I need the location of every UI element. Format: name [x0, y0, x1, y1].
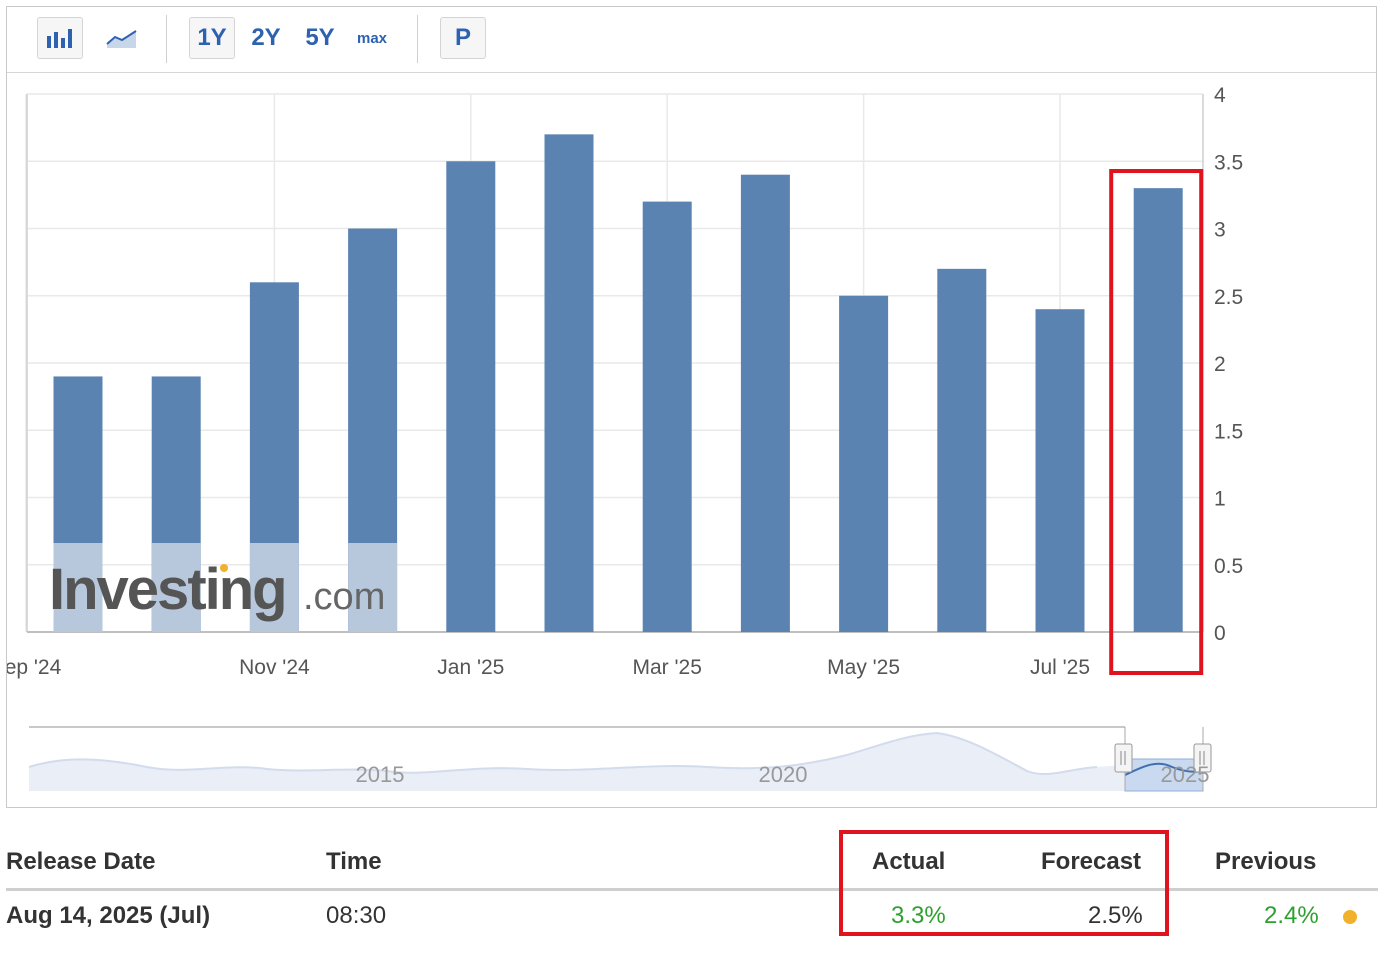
- bar[interactable]: May '25: 2.5: [839, 295, 889, 632]
- x-tick-label: Mar '25: [633, 656, 702, 679]
- y-axis-labels: 0 0.5 1 1.5 2 2.5 3 3.5 4: [1214, 84, 1243, 645]
- investing-watermark: Investing .com: [49, 557, 385, 622]
- cell-time: 08:30: [326, 902, 387, 929]
- watermark-brand: Investing: [49, 557, 286, 622]
- importance-dot: [1343, 910, 1357, 924]
- header-previous[interactable]: Previous: [1215, 848, 1316, 876]
- y-tick-label: 3.5: [1214, 151, 1243, 174]
- navigator-label: 2020: [759, 762, 808, 787]
- table-header-rule: [6, 888, 1378, 891]
- y-tick-label: 2: [1214, 353, 1226, 376]
- header-time[interactable]: Time: [326, 848, 382, 876]
- bar[interactable]: Apr '25: 3.4: [740, 174, 790, 632]
- chart-gridlines: [25, 93, 1204, 633]
- time-navigator[interactable]: 2015 2020 2025: [28, 726, 1212, 792]
- navigator-label: 2015: [356, 762, 405, 787]
- y-tick-label: 1.5: [1214, 420, 1243, 443]
- x-tick-label: Sep '24: [7, 656, 62, 679]
- navigator-left-handle[interactable]: [1114, 743, 1133, 773]
- chart-frame: 1Y 2Y 5Y max P Sep '24: 1.9Oct '24: 1.9N…: [6, 6, 1377, 808]
- bar-chart: Sep '24: 1.9Oct '24: 1.9Nov '24: 2.6Dec …: [7, 84, 1243, 792]
- bar[interactable]: Aug '25: 3.3: [1133, 188, 1183, 632]
- bar[interactable]: Mar '25: 3.2: [642, 201, 692, 632]
- y-tick-label: 1: [1214, 488, 1226, 511]
- bar[interactable]: Jan '25: 3.5: [446, 161, 496, 632]
- x-tick-label: Nov '24: [239, 656, 310, 679]
- x-axis-labels: Sep '24 Nov '24 Jan '25 Mar '25 May '25 Jul '…: [7, 656, 1090, 679]
- cell-release-date: Aug 14, 2025 (Jul): [6, 902, 211, 929]
- y-tick-label: 0.5: [1214, 555, 1243, 578]
- bar[interactable]: Jul '25: 2.4: [1035, 309, 1085, 632]
- x-tick-label: Jul '25: [1030, 656, 1090, 679]
- bar[interactable]: Feb '25: 3.7: [544, 134, 594, 632]
- bar[interactable]: Jun '25: 2.7: [937, 268, 987, 632]
- x-tick-label: Jan '25: [437, 656, 504, 679]
- y-tick-label: 0: [1214, 622, 1226, 645]
- navigator-label: 2025: [1161, 762, 1210, 787]
- x-tick-label: May '25: [827, 656, 900, 679]
- header-release-date[interactable]: Release Date: [6, 848, 155, 876]
- watermark-suffix: .com: [303, 576, 385, 618]
- watermark-dot: [220, 564, 228, 572]
- y-tick-label: 4: [1214, 84, 1226, 107]
- y-tick-label: 2.5: [1214, 286, 1243, 309]
- actual-forecast-highlight-box: [839, 830, 1169, 936]
- y-tick-label: 3: [1214, 219, 1226, 242]
- cell-previous: 2.4%: [1264, 902, 1319, 929]
